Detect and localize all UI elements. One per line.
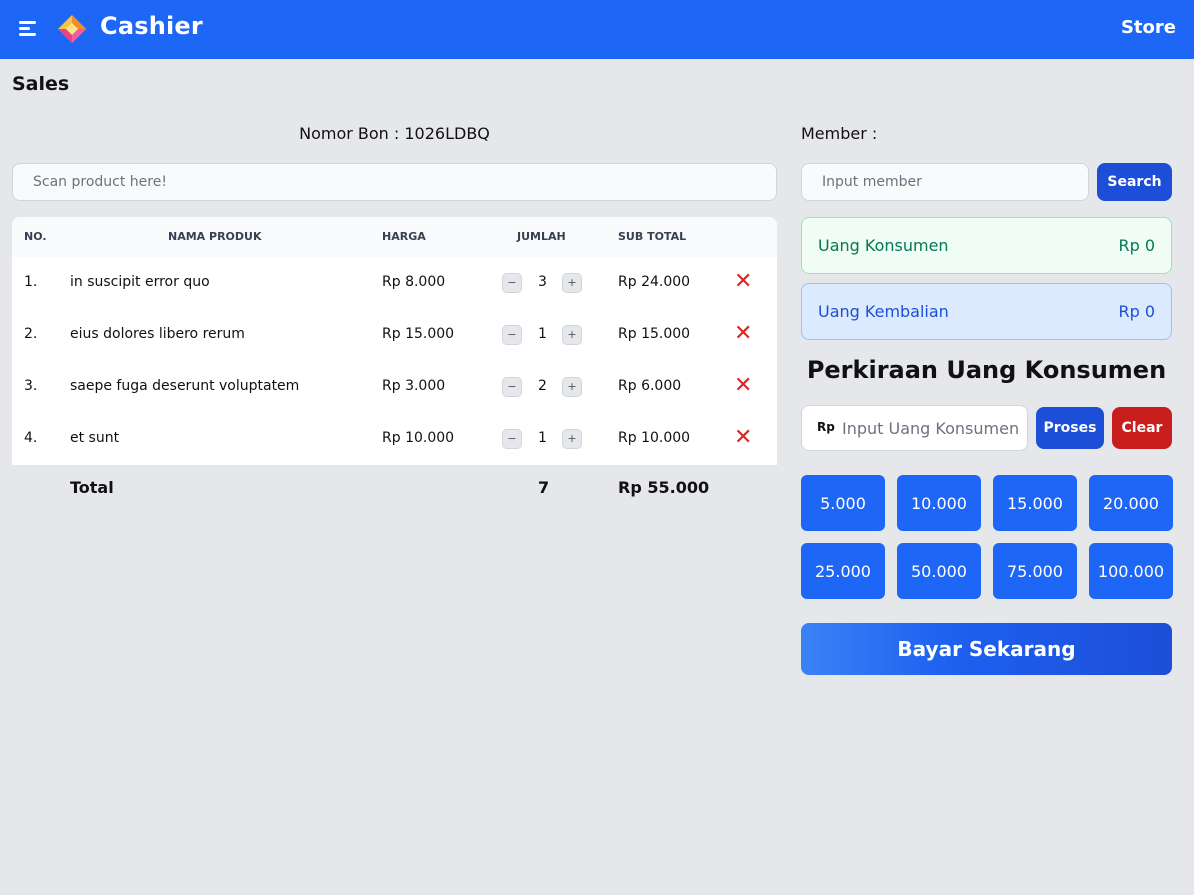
row-number: 4. — [24, 430, 38, 446]
product-price: Rp 15.000 — [382, 326, 455, 342]
uang-konsumen-label: Uang Konsumen — [818, 236, 949, 255]
increase-qty-button[interactable]: + — [562, 273, 582, 293]
row-number: 1. — [24, 274, 38, 290]
member-input[interactable] — [801, 163, 1089, 201]
product-name: eius dolores libero rerum — [70, 326, 245, 342]
total-row: Total 7 Rp 55.000 — [12, 478, 777, 502]
estimate-title: Perkiraan Uang Konsumen — [806, 356, 1167, 384]
store-link[interactable]: Store — [1121, 17, 1176, 38]
increase-qty-button[interactable]: + — [562, 377, 582, 397]
uang-konsumen-value: Rp 0 — [1118, 236, 1155, 255]
product-qty: 3 — [538, 274, 547, 290]
header-product-name: NAMA PRODUK — [168, 230, 262, 243]
table-row: 2. eius dolores libero rerum Rp 15.000 −… — [12, 309, 777, 361]
product-subtotal: Rp 6.000 — [618, 378, 682, 394]
product-price: Rp 3.000 — [382, 378, 446, 394]
table-row: 4. et sunt Rp 10.000 − 1 + Rp 10.000 ✕ — [12, 413, 777, 465]
receipt-number: Nomor Bon : 1026LDBQ — [299, 124, 490, 143]
product-name: saepe fuga deserunt voluptatem — [70, 378, 300, 394]
uang-konsumen-input[interactable] — [842, 406, 1027, 450]
search-member-button[interactable]: Search — [1097, 163, 1172, 201]
decrease-qty-button[interactable]: − — [502, 377, 522, 397]
denomination-button[interactable]: 15.000 — [993, 475, 1077, 531]
denomination-button[interactable]: 10.000 — [897, 475, 981, 531]
remove-item-icon[interactable]: ✕ — [734, 321, 752, 346]
header-subtotal: SUB TOTAL — [618, 230, 687, 243]
header-no: NO. — [24, 230, 47, 243]
row-number: 3. — [24, 378, 38, 394]
clear-button[interactable]: Clear — [1112, 407, 1172, 449]
cashier-logo-icon — [58, 15, 86, 43]
decrease-qty-button[interactable]: − — [502, 325, 522, 345]
cart-table-header: NO. NAMA PRODUK HARGA JUMLAH SUB TOTAL — [12, 217, 777, 257]
app-title: Cashier — [100, 12, 203, 40]
increase-qty-button[interactable]: + — [562, 325, 582, 345]
decrease-qty-button[interactable]: − — [502, 429, 522, 449]
uang-kembalian-value: Rp 0 — [1118, 302, 1155, 321]
product-name: in suscipit error quo — [70, 274, 210, 290]
currency-prefix: Rp — [817, 420, 835, 434]
product-qty: 1 — [538, 430, 547, 446]
denomination-button[interactable]: 50.000 — [897, 543, 981, 599]
remove-item-icon[interactable]: ✕ — [734, 269, 752, 294]
total-qty: 7 — [538, 478, 550, 497]
denomination-button[interactable]: 5.000 — [801, 475, 885, 531]
top-app-bar: Cashier Store — [0, 0, 1194, 59]
uang-konsumen-box: Uang Konsumen Rp 0 — [801, 217, 1172, 274]
product-qty: 2 — [538, 378, 547, 394]
page-title: Sales — [12, 73, 70, 95]
cart-table: NO. NAMA PRODUK HARGA JUMLAH SUB TOTAL 1… — [12, 217, 777, 465]
table-row: 1. in suscipit error quo Rp 8.000 − 3 + … — [12, 257, 777, 309]
total-amount: Rp 55.000 — [618, 478, 710, 497]
denomination-button[interactable]: 100.000 — [1089, 543, 1173, 599]
denomination-button[interactable]: 75.000 — [993, 543, 1077, 599]
product-subtotal: Rp 15.000 — [618, 326, 691, 342]
member-label: Member : — [801, 124, 878, 143]
table-row: 3. saepe fuga deserunt voluptatem Rp 3.0… — [12, 361, 777, 413]
row-number: 2. — [24, 326, 38, 342]
header-price: HARGA — [382, 230, 426, 243]
remove-item-icon[interactable]: ✕ — [734, 373, 752, 398]
remove-item-icon[interactable]: ✕ — [734, 425, 752, 450]
uang-konsumen-field: Rp — [801, 405, 1028, 451]
denomination-grid: 5.000 10.000 15.000 20.000 25.000 50.000… — [801, 475, 1173, 599]
denomination-button[interactable]: 20.000 — [1089, 475, 1173, 531]
uang-kembalian-box: Uang Kembalian Rp 0 — [801, 283, 1172, 340]
scan-product-input[interactable] — [12, 163, 777, 201]
increase-qty-button[interactable]: + — [562, 429, 582, 449]
pay-now-button[interactable]: Bayar Sekarang — [801, 623, 1172, 675]
product-price: Rp 8.000 — [382, 274, 446, 290]
product-price: Rp 10.000 — [382, 430, 455, 446]
menu-icon[interactable] — [19, 21, 38, 37]
uang-kembalian-label: Uang Kembalian — [818, 302, 949, 321]
total-label: Total — [70, 478, 114, 497]
proses-button[interactable]: Proses — [1036, 407, 1104, 449]
product-subtotal: Rp 10.000 — [618, 430, 691, 446]
product-subtotal: Rp 24.000 — [618, 274, 691, 290]
product-name: et sunt — [70, 430, 120, 446]
product-qty: 1 — [538, 326, 547, 342]
decrease-qty-button[interactable]: − — [502, 273, 522, 293]
header-quantity: JUMLAH — [517, 230, 566, 243]
denomination-button[interactable]: 25.000 — [801, 543, 885, 599]
